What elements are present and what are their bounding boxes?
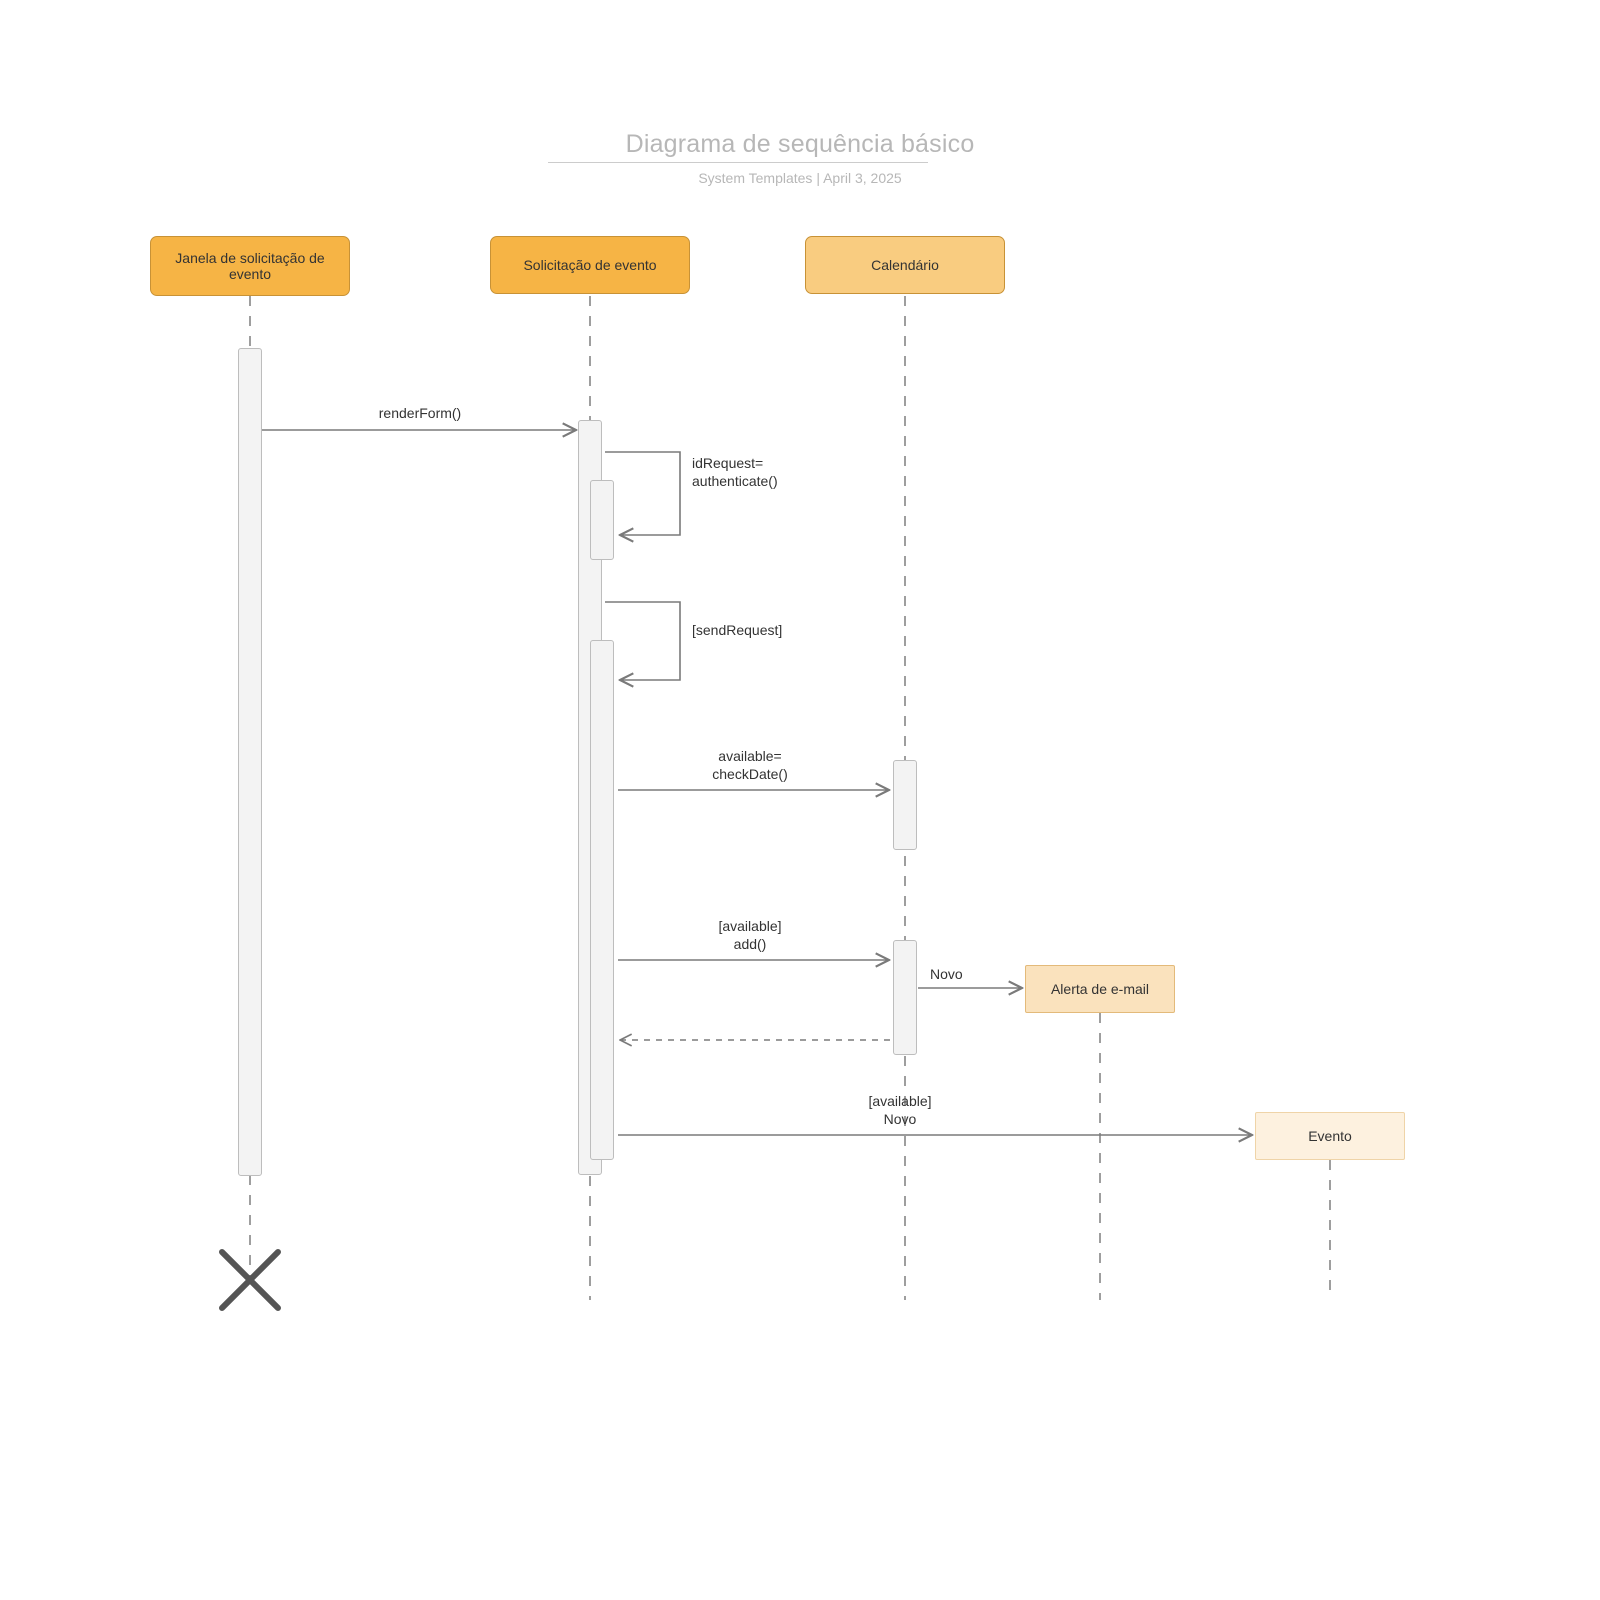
label-add: [available] add() — [660, 918, 840, 953]
activation-request-auth — [590, 480, 614, 560]
label-sendrequest: [sendRequest] — [692, 622, 822, 640]
arrow-sendrequest — [605, 602, 680, 680]
activation-calendar-add — [893, 940, 917, 1055]
label-authenticate: idRequest= authenticate() — [692, 455, 822, 490]
diagram-canvas: Diagrama de sequência básico System Temp… — [0, 0, 1600, 1600]
arrow-authenticate — [605, 452, 680, 535]
activation-calendar-check — [893, 760, 917, 850]
label-available-novo: [available] Novo — [810, 1093, 990, 1128]
label-renderform: renderForm() — [300, 405, 540, 423]
label-checkdate: available= checkDate() — [660, 748, 840, 783]
activation-window — [238, 348, 262, 1176]
label-novo: Novo — [930, 966, 1010, 984]
activation-request-send — [590, 640, 614, 1160]
